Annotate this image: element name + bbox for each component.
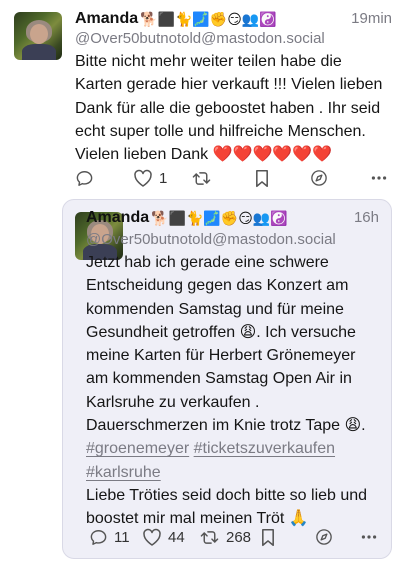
heart-icon xyxy=(134,169,152,187)
quoted-reply-button[interactable]: 11 xyxy=(89,528,130,547)
quoted-text-2: Dauerschmerzen im Knie trotz Tape 😩. xyxy=(86,417,366,435)
bookmark-icon xyxy=(262,528,274,546)
quoted-more-button[interactable] xyxy=(361,528,377,546)
more-button[interactable] xyxy=(371,169,387,187)
reply-icon xyxy=(76,170,93,186)
boost-icon xyxy=(192,171,211,185)
reply-button[interactable] xyxy=(75,169,100,188)
quoted-author-name-row[interactable]: Amanda 🐕‍⬛🐈🗾✊😏👥☯️ xyxy=(86,209,288,227)
quoted-post[interactable]: Amanda 🐕‍⬛🐈🗾✊😏👥☯️ 16h @Over50butnotold@m… xyxy=(62,199,392,559)
compass-icon xyxy=(316,529,332,545)
hashtags: #groenemeyer #ticketszuverkaufen #karlsr… xyxy=(86,437,378,484)
share-button[interactable] xyxy=(310,169,328,187)
bookmark-button[interactable] xyxy=(255,169,269,188)
favourite-count: 44 xyxy=(168,528,185,546)
quoted-action-bar: 11 44 268 xyxy=(89,526,379,548)
avatar[interactable] xyxy=(14,12,62,60)
hashtag-link[interactable]: #karlsruhe xyxy=(86,464,161,481)
quoted-bookmark-button[interactable] xyxy=(261,528,275,547)
quoted-favourite-button[interactable]: 44 xyxy=(142,528,185,547)
hashtag-link[interactable]: #ticketszuverkaufen xyxy=(194,440,335,457)
quoted-post-time[interactable]: 16h xyxy=(354,209,379,226)
compass-icon xyxy=(311,170,327,186)
post-time[interactable]: 19min xyxy=(351,10,392,27)
boost-icon xyxy=(200,530,219,544)
quoted-share-button[interactable] xyxy=(315,528,333,546)
quoted-text-3: Liebe Tröties seid doch bitte so lieb un… xyxy=(86,486,368,528)
name-emojis: 🐕‍⬛🐈🗾✊😏👥☯️ xyxy=(140,10,277,27)
heart-icon xyxy=(143,528,161,546)
favourite-button[interactable]: 1 xyxy=(133,169,167,188)
boost-button[interactable] xyxy=(191,169,218,188)
quoted-post-content: Jetzt hab ich gerade eine schwere Entsch… xyxy=(86,251,378,531)
post-content: Bitte nicht mehr weiter teilen habe die … xyxy=(75,50,393,166)
favourite-count: 1 xyxy=(159,169,168,187)
boost-count: 268 xyxy=(226,528,252,546)
hashtag-link[interactable]: #groenemeyer xyxy=(86,440,189,457)
display-name[interactable]: Amanda xyxy=(75,10,138,28)
hearts-emoji: ❤️❤️❤️❤️❤️❤️ xyxy=(212,146,333,164)
account-handle[interactable]: @Over50butnotold@mastodon.social xyxy=(75,30,325,47)
more-icon xyxy=(361,535,377,539)
quoted-text-1: Jetzt hab ich gerade eine schwere Entsch… xyxy=(86,254,356,411)
reply-count: 11 xyxy=(114,528,130,546)
reply-icon xyxy=(90,529,107,545)
quoted-display-name[interactable]: Amanda xyxy=(86,209,149,227)
quoted-boost-button[interactable]: 268 xyxy=(199,528,251,547)
more-icon xyxy=(371,176,387,180)
author-name-row[interactable]: Amanda 🐕‍⬛🐈🗾✊😏👥☯️ xyxy=(75,10,277,28)
quoted-account-handle[interactable]: @Over50butnotold@mastodon.social xyxy=(86,231,336,248)
bookmark-icon xyxy=(256,169,268,187)
quoted-name-emojis: 🐕‍⬛🐈🗾✊😏👥☯️ xyxy=(151,209,288,226)
action-bar: 1 xyxy=(75,167,393,189)
